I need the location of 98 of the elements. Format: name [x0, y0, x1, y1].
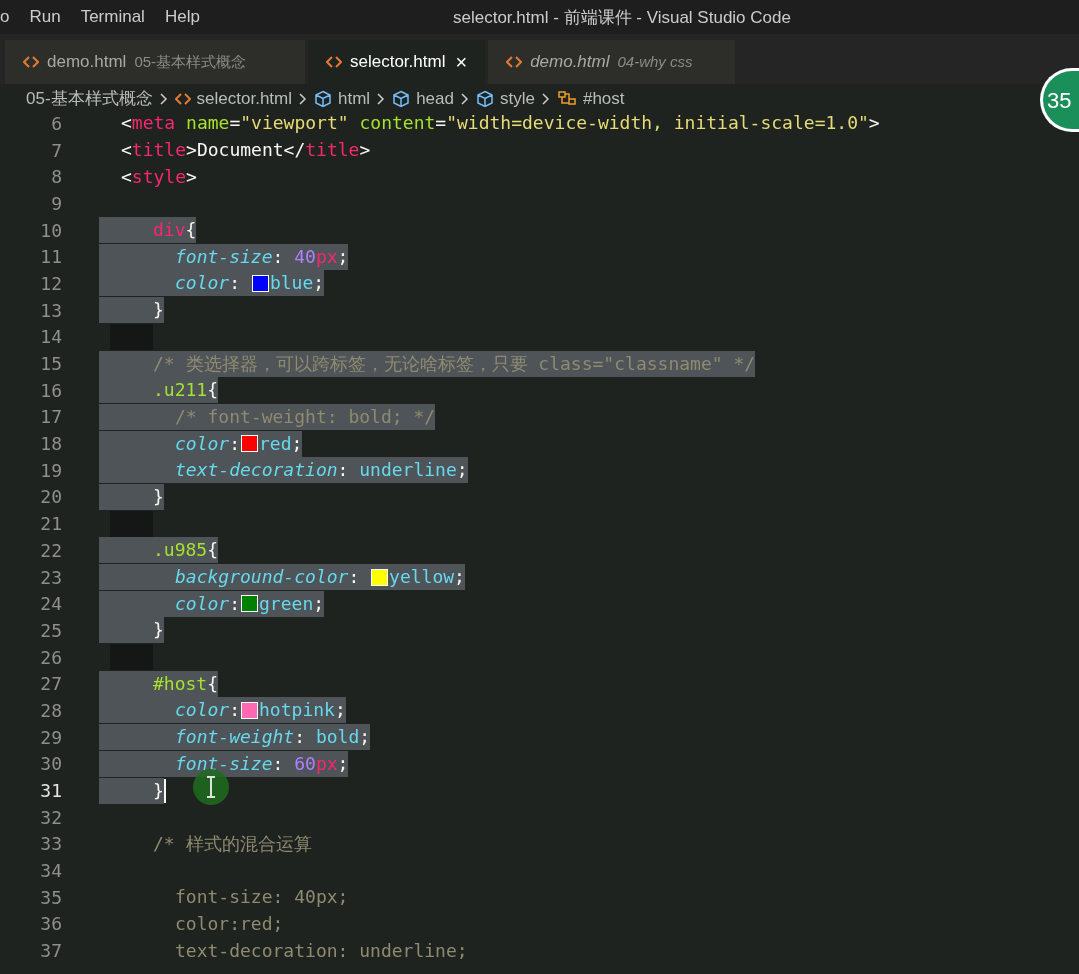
- line-number: 17: [39, 405, 62, 430]
- code-text: hotpink;: [259, 697, 346, 724]
- code-text: font-weight: bold;: [175, 724, 371, 751]
- code-text: color:: [175, 270, 251, 297]
- tab-label: demo.html: [530, 51, 610, 74]
- line-number: 32: [39, 805, 62, 830]
- code-text: background-color:: [175, 564, 371, 591]
- line-number: 11: [39, 245, 62, 270]
- line-number: 8: [50, 165, 62, 190]
- breadcrumb-item[interactable]: head: [416, 86, 454, 112]
- code-text: blue;: [269, 270, 325, 297]
- code-file-icon: [326, 55, 342, 69]
- line-number: 23: [39, 565, 62, 590]
- line-number: 10: [39, 218, 62, 243]
- code-text: /* 样式的混合运算: [153, 831, 312, 856]
- line-number: 15: [39, 352, 62, 377]
- code-text: div{: [153, 217, 197, 244]
- code-text: text-decoration: underline;: [175, 457, 468, 484]
- line-number: 37: [39, 939, 62, 964]
- line-number: 30: [39, 752, 62, 777]
- code-text: /* 类选择器，可以跨标签，无论啥标签，只要 class="classname" */: [153, 350, 756, 377]
- line-number: 26: [39, 645, 62, 670]
- chevron-right-icon: [376, 92, 387, 106]
- window-title: selector.html - 前端课件 - Visual Studio Code: [453, 7, 791, 29]
- code-text: #host{: [153, 670, 219, 697]
- structure-icon: [556, 90, 577, 108]
- line-number: 34: [39, 859, 62, 884]
- breadcrumb-item[interactable]: 05-基本样式概念: [26, 86, 153, 112]
- line-number: 19: [39, 458, 62, 483]
- line-number: 35: [39, 885, 62, 910]
- code-text: }: [153, 297, 164, 324]
- chevron-right-icon: [459, 92, 470, 106]
- code-text: .u211{: [153, 377, 219, 404]
- code-text: <title>Document</title>: [121, 138, 371, 163]
- line-number: 21: [39, 512, 62, 537]
- code-file-icon: [23, 55, 39, 69]
- code-text: <meta name="viewport" content="width=device-width, initial-scale=1.0">: [121, 111, 880, 136]
- line-number: 16: [39, 378, 62, 403]
- code-text: text-decoration: underline;: [175, 938, 468, 963]
- menu-item[interactable]: o: [0, 4, 10, 30]
- line-number: 27: [39, 672, 62, 697]
- line-number: 6: [50, 111, 62, 136]
- status-badge: 35: [1040, 68, 1079, 132]
- line-number: 25: [39, 618, 62, 643]
- click-indicator-icon: [192, 768, 230, 806]
- line-number: 13: [39, 298, 62, 323]
- tab-label: selector.html: [350, 51, 446, 74]
- line-number: 28: [39, 698, 62, 723]
- code-text: }: [153, 617, 164, 644]
- line-number: 7: [50, 138, 62, 163]
- cube-icon: [392, 90, 411, 108]
- code-file-icon: [506, 55, 523, 69]
- tab-label: demo.html: [47, 51, 127, 74]
- code-text: color:: [175, 697, 241, 724]
- code-text: color:red;: [175, 911, 284, 936]
- menu-item[interactable]: Help: [164, 4, 200, 30]
- editor-tab[interactable]: demo.html 05-基本样式概念: [5, 40, 305, 84]
- line-number: 14: [39, 325, 62, 350]
- code-text: .u985{: [153, 537, 219, 564]
- line-number: 29: [39, 725, 62, 750]
- code-text: green;: [259, 590, 325, 617]
- breadcrumb-item[interactable]: html: [338, 86, 371, 112]
- chevron-right-icon: [298, 92, 308, 106]
- cube-icon: [314, 90, 332, 108]
- line-number: 20: [39, 485, 62, 510]
- chevron-right-icon: [540, 92, 551, 106]
- breadcrumb-item[interactable]: #host: [582, 86, 625, 112]
- line-number: 18: [39, 432, 62, 457]
- cube-icon: [475, 90, 494, 108]
- editor-tab[interactable]: demo.html 04-why css: [488, 40, 736, 84]
- tab-description: 04-why css: [617, 51, 693, 72]
- breadcrumb-item[interactable]: selector.html: [196, 86, 292, 112]
- code-text: color:: [175, 430, 241, 457]
- code-text: font-size: 40px;: [175, 243, 349, 270]
- tab-description: 05-基本样式概念: [134, 51, 247, 72]
- line-number: 12: [39, 271, 62, 296]
- code-text: font-size: 60px;: [175, 750, 349, 777]
- line-number: 24: [39, 592, 62, 617]
- line-number: 9: [50, 191, 62, 216]
- code-text: }: [153, 777, 164, 804]
- close-button[interactable]: ×: [455, 47, 468, 77]
- line-number: 33: [39, 832, 62, 857]
- code-text: red;: [259, 430, 303, 457]
- menu-item[interactable]: Terminal: [80, 4, 145, 30]
- line-number: 36: [39, 912, 62, 937]
- breadcrumb-item[interactable]: style: [499, 86, 535, 112]
- editor-tab[interactable]: selector.html ×: [308, 40, 486, 84]
- line-number: 22: [39, 538, 62, 563]
- line-number: 31: [39, 779, 62, 804]
- code-text: /* font-weight: bold; */: [175, 403, 436, 430]
- code-text: yellow;: [389, 564, 465, 591]
- code-file-icon: [174, 92, 191, 106]
- code-text: color:: [175, 590, 241, 617]
- code-text: font-size: 40px;: [175, 885, 349, 910]
- code-text: }: [153, 483, 164, 510]
- chevron-right-icon: [158, 92, 169, 106]
- menu-item[interactable]: Run: [29, 4, 61, 30]
- code-text: <style>: [121, 164, 197, 189]
